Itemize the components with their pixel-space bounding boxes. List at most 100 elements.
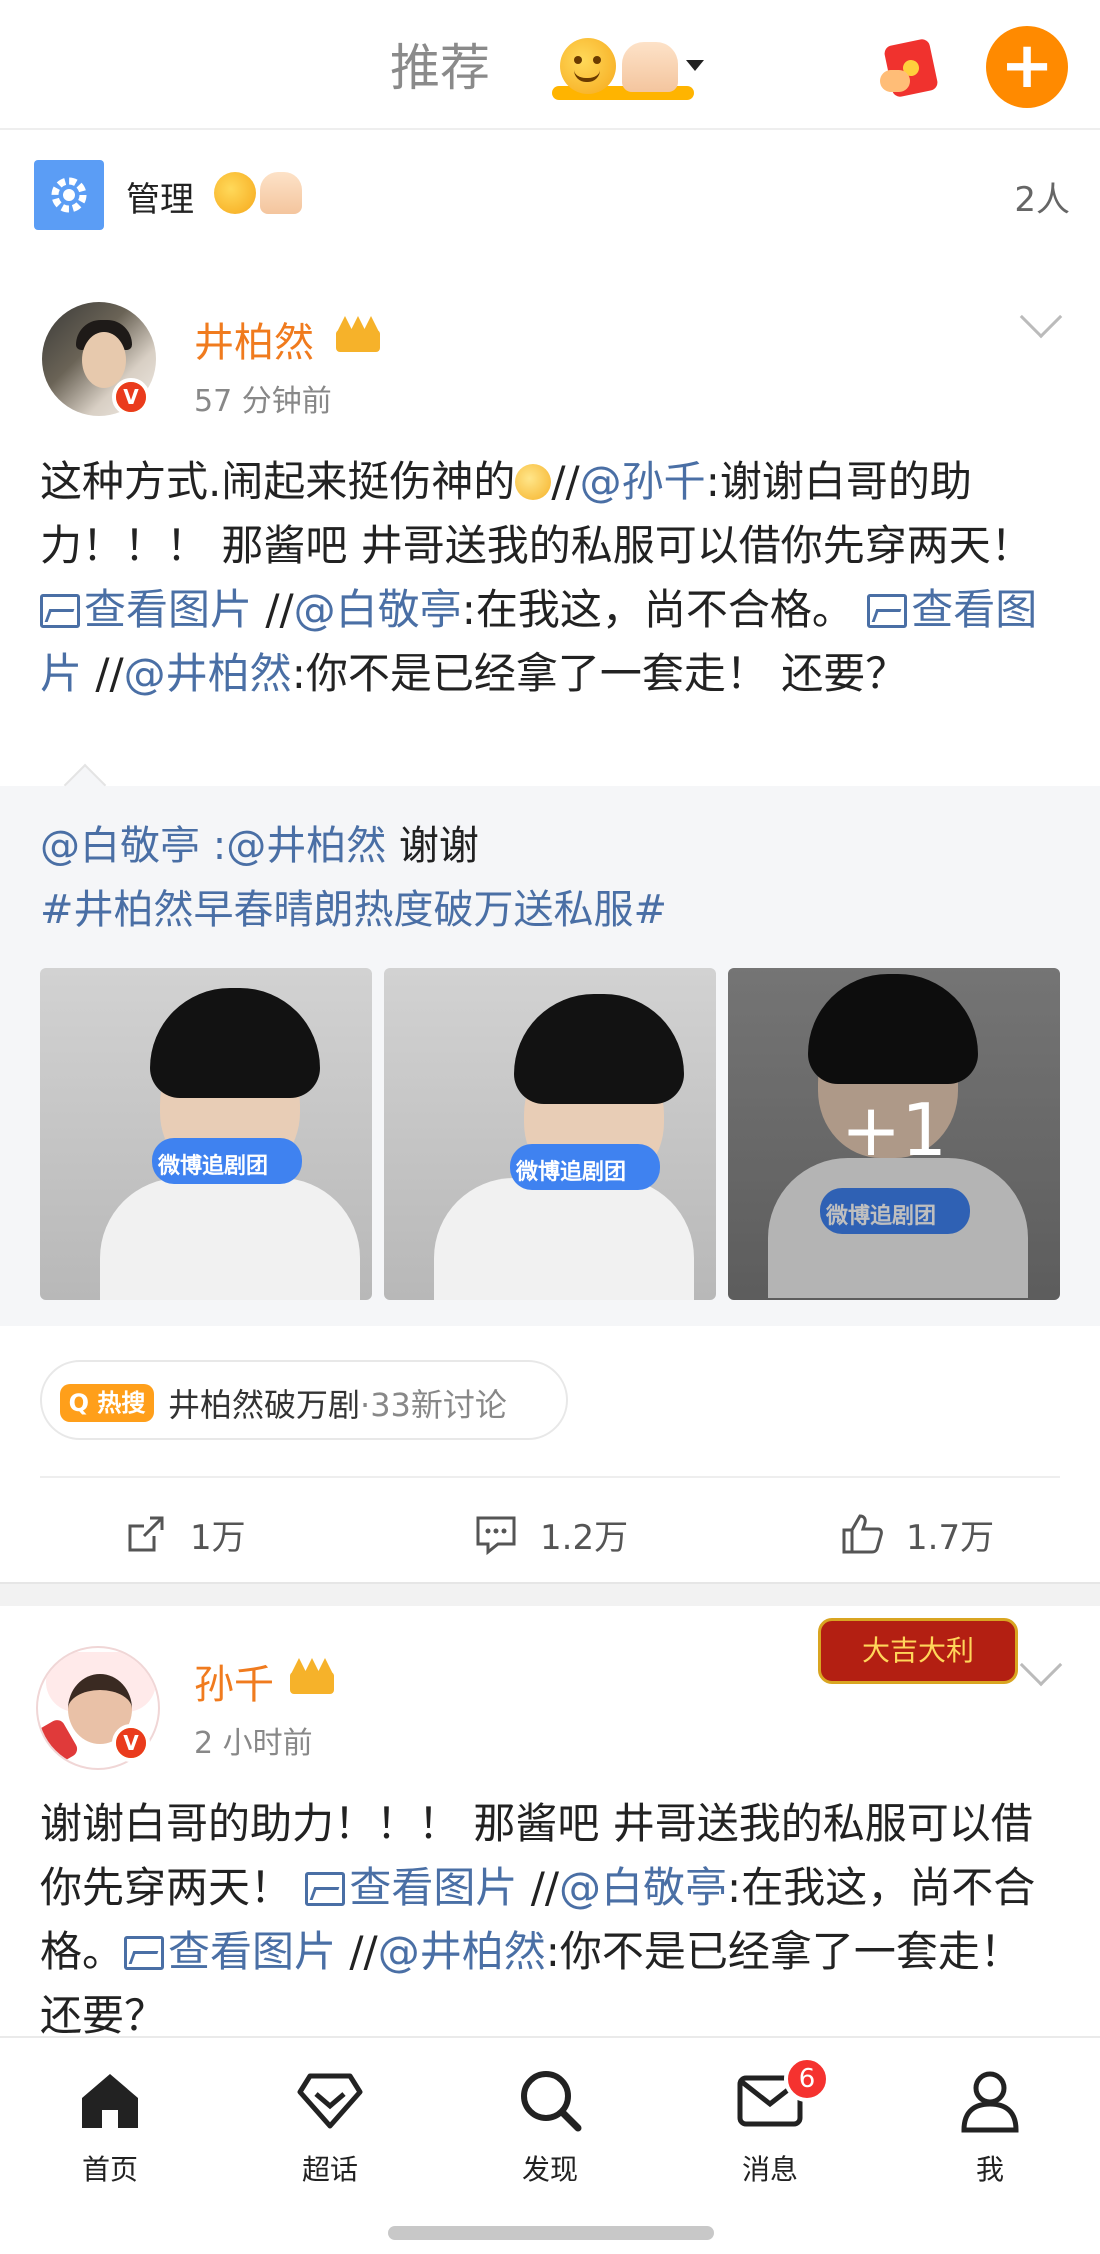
member-count: 2人 [1014, 180, 1070, 220]
post-text-segment: :在我这，尚不合格。 [461, 585, 868, 634]
mention-link[interactable]: @白敬亭 [40, 823, 200, 869]
image-icon [124, 1936, 165, 1970]
nav-super-topic[interactable]: 超话 [260, 2066, 400, 2196]
mention-link[interactable]: @井柏然 [124, 649, 292, 698]
hot-search-chip[interactable]: Q 热搜 井柏然破万剧·33新讨论 [40, 1360, 568, 1440]
mic-label: 微博追剧团 [516, 1160, 627, 1185]
raised-hands-icon [260, 172, 302, 214]
feed-separator [0, 1582, 1100, 1606]
tab-group-selected[interactable] [552, 36, 704, 100]
mic-label: 微博追剧团 [158, 1154, 269, 1179]
nav-me[interactable]: 我 [920, 2066, 1060, 2196]
author-name[interactable]: 井柏然 [194, 310, 314, 368]
nav-label: 超话 [301, 2153, 358, 2186]
post-image-more[interactable]: 微博追剧团 +1 [728, 968, 1060, 1300]
nav-home[interactable]: 首页 [40, 2066, 180, 2196]
share-icon [128, 1516, 164, 1552]
repost-text: @白敬亭 :@井柏然 谢谢 #井柏然早春晴朗热度破万送私服# [40, 814, 1070, 942]
post-image[interactable]: 微博追剧团 [384, 968, 716, 1300]
nav-label: 消息 [741, 2153, 798, 2186]
post-actions: 1万 1.2万 1.7万 [0, 1480, 1100, 1584]
verified-badge-icon: V [112, 1724, 150, 1762]
post-text-segment: :你不是已经拿了一套走！ 还要？ [291, 649, 908, 698]
mention-link[interactable]: @白敬亭 [294, 585, 462, 634]
home-indicator[interactable] [388, 2226, 714, 2240]
raised-hands-icon [622, 42, 678, 92]
comment-icon [476, 1516, 516, 1556]
image-grid: 微博追剧团 微博追剧团 微博追剧团 +1 [40, 968, 1060, 1300]
mention-link[interactable]: @白敬亭 [559, 1863, 727, 1912]
festival-decoration: 大吉大利 [818, 1618, 1018, 1684]
chevron-down-icon[interactable] [1019, 1643, 1063, 1687]
repost-notch [63, 763, 107, 807]
post-text-segment: // [252, 585, 294, 634]
repost-text-segment: 谢谢 [386, 823, 479, 869]
repost-block[interactable]: @白敬亭 :@井柏然 谢谢 #井柏然早春晴朗热度破万送私服# 微博追剧团 微博追… [0, 763, 1100, 1326]
chevron-down-icon[interactable] [1019, 295, 1063, 339]
post-text-segment: // [82, 649, 124, 698]
repost-count: 1万 [190, 1518, 246, 1558]
post-text-segment: // [517, 1863, 560, 1912]
mention-link[interactable]: @井柏然 [378, 1927, 546, 1976]
image-icon [40, 594, 80, 628]
post-text-segment: // [551, 457, 580, 506]
nav-label: 发现 [521, 2153, 578, 2186]
nav-messages[interactable]: 6 消息 [700, 2056, 840, 2196]
group-manage-bar[interactable]: 管理 2人 [0, 132, 1100, 260]
smiling-face-icon [214, 172, 256, 214]
home-icon [82, 2074, 138, 2128]
caret-down-icon[interactable] [686, 60, 704, 71]
comment-count: 1.2万 [540, 1518, 629, 1558]
wink-face-icon [515, 464, 552, 500]
hot-search-topic: 井柏然破万剧 [168, 1386, 361, 1424]
bottom-nav: 首页 超话 发现 6 消息 我 [0, 2036, 1100, 2254]
image-icon [867, 594, 908, 628]
author-name[interactable]: 孙千 [194, 1652, 274, 1710]
unread-badge: 6 [784, 2056, 830, 2102]
repost-text-segment: : [200, 823, 227, 869]
view-image-label: 查看图片 [84, 585, 253, 634]
post-time: 2 小时前 [194, 1726, 313, 1761]
hot-search-badge-label: 热搜 [97, 1389, 146, 1417]
view-image-label: 查看图片 [168, 1927, 337, 1976]
view-image-link[interactable]: 查看图片 [40, 585, 252, 634]
hot-search-badge: Q 热搜 [60, 1384, 154, 1422]
topic-link[interactable]: #井柏然早春晴朗热度破万送私服# [40, 887, 667, 933]
nav-discover[interactable]: 发现 [480, 2066, 620, 2196]
person-icon [961, 2071, 1019, 2133]
search-icon [521, 2071, 582, 2132]
mention-link[interactable]: @井柏然 [226, 823, 386, 869]
like-count: 1.7万 [906, 1518, 995, 1558]
smiling-face-icon [560, 38, 616, 94]
red-packet-icon[interactable] [880, 37, 940, 99]
mention-link[interactable]: @孙千 [580, 457, 706, 506]
more-images-count: +1 [840, 1088, 948, 1172]
post-text-segment: // [336, 1927, 378, 1976]
top-bar: 推荐 + [0, 0, 1100, 130]
manage-label[interactable]: 管理 [126, 172, 194, 221]
post-time: 57 分钟前 [194, 384, 332, 419]
nav-label: 首页 [81, 2153, 138, 2186]
divider [40, 1476, 1060, 1478]
gear-icon[interactable] [34, 160, 104, 230]
crown-icon [332, 314, 384, 354]
image-icon [305, 1872, 346, 1906]
nav-label: 我 [975, 2153, 1004, 2186]
feed-post[interactable]: V 井柏然 57 分钟前 这种方式.闹起来挺伤神的//@孙千:谢谢白哥的助力！！… [0, 280, 1100, 1580]
compose-plus-button[interactable]: + [986, 26, 1068, 108]
view-image-label: 查看图片 [349, 1863, 518, 1912]
post-body: 谢谢白哥的助力！！！ 那酱吧 井哥送我的私服可以借你先穿两天！ 查看图片 //@… [40, 1792, 1070, 2036]
post-image[interactable]: 微博追剧团 [40, 968, 372, 1300]
diamond-icon [297, 2073, 363, 2129]
verified-badge-icon: V [112, 378, 150, 416]
group-emoji [214, 172, 304, 216]
post-text-segment: 这种方式.闹起来挺伤神的 [40, 457, 516, 506]
thumbs-up-icon [842, 1514, 883, 1554]
feed-post[interactable]: V 孙千 2 小时前 大吉大利 谢谢白哥的助力！！！ 那酱吧 井哥送我的私服可以… [0, 1606, 1100, 2036]
tab-recommend[interactable]: 推荐 [390, 28, 490, 100]
view-image-link[interactable]: 查看图片 [305, 1863, 517, 1912]
post-body: 这种方式.闹起来挺伤神的//@孙千:谢谢白哥的助力！！！ 那酱吧 井哥送我的私服… [40, 450, 1070, 706]
hot-search-sub: ·33新讨论 [360, 1386, 507, 1424]
crown-icon [286, 1656, 338, 1696]
view-image-link[interactable]: 查看图片 [124, 1927, 336, 1976]
